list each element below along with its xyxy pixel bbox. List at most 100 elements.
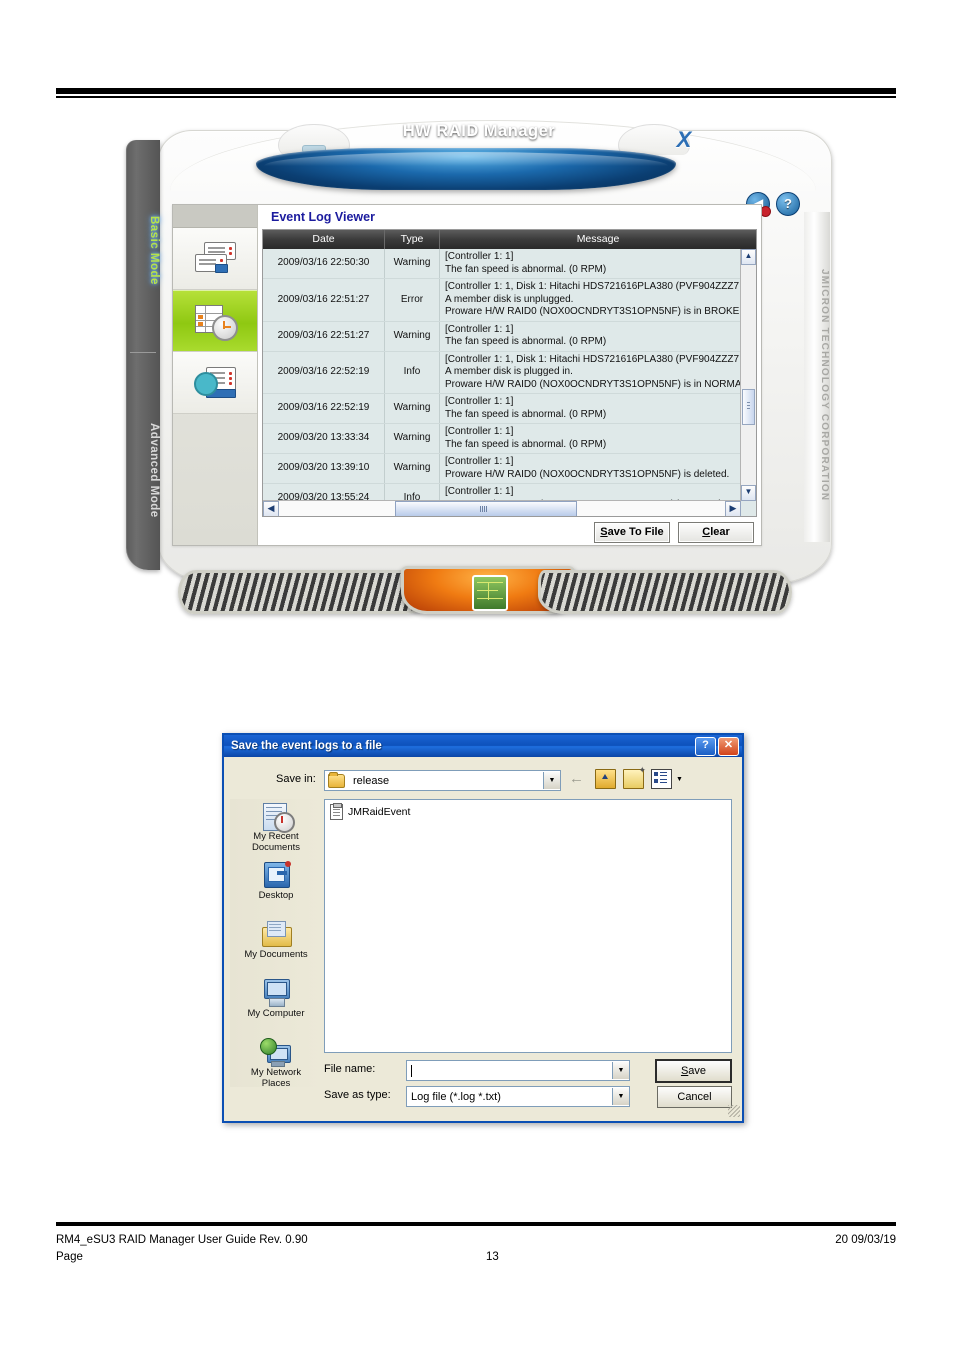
- place-item-recent-documents[interactable]: My Recent Documents: [230, 801, 322, 858]
- nav-item-raid-status[interactable]: [173, 228, 257, 290]
- vent-right: [538, 570, 792, 614]
- dialog-close-button[interactable]: ✕: [718, 736, 739, 756]
- file-name-chevron-down-icon[interactable]: ▼: [612, 1062, 629, 1079]
- horizontal-scroll-thumb[interactable]: [395, 501, 577, 516]
- chevron-down-icon[interactable]: ▼: [543, 772, 560, 789]
- place-item-my-documents[interactable]: My Documents: [230, 919, 322, 976]
- cell-date: 2009/03/16 22:50:30: [263, 249, 385, 278]
- message-line: [Controller 1: 1]: [445, 456, 514, 467]
- raid-status-icon: [192, 240, 238, 278]
- table-row[interactable]: 2009/03/20 13:33:34 Warning [Controller 1:…: [263, 424, 741, 454]
- table-row[interactable]: 2009/03/16 22:52:19 Info [Controller 1: 1,…: [263, 351, 741, 394]
- save-in-value: release: [353, 774, 390, 787]
- scroll-down-button[interactable]: ▼: [741, 485, 756, 501]
- table-row[interactable]: 2009/03/20 13:39:10 Warning [Controller 1:…: [263, 454, 741, 484]
- settings-gear-icon: [192, 364, 238, 402]
- save-file-dialog: Save the event logs to a file ? ✕ Save i…: [222, 733, 744, 1123]
- scroll-up-button[interactable]: ▲: [741, 249, 756, 265]
- table-row[interactable]: 2009/03/16 22:52:19 Warning [Controller 1:…: [263, 394, 741, 424]
- recent-documents-icon: [259, 801, 295, 833]
- cell-message: [Controller 1: 1] Proware H/W RAID0 (NOX0…: [440, 454, 741, 483]
- dialog-cancel-button[interactable]: Cancel: [657, 1086, 732, 1108]
- back-icon[interactable]: ←: [569, 770, 588, 788]
- hw-raid-manager-window: X HW RAID Manager ◀ ? Basic Mode Advance…: [118, 112, 840, 622]
- list-item[interactable]: JMRaidEvent: [325, 800, 731, 820]
- save-as-type-combo[interactable]: Log file (*.log *.txt) ▼: [406, 1086, 630, 1107]
- views-icon[interactable]: [651, 769, 672, 789]
- footer-guide-title: RM4_eSU3 RAID Manager User Guide Rev. 0.…: [56, 1234, 308, 1246]
- footer-revision-date: 20 09/03/19: [835, 1234, 896, 1246]
- nav-column: [173, 205, 258, 545]
- save-as-type-value: Log file (*.log *.txt): [411, 1090, 501, 1103]
- cell-message: [Controller 1: 1, Disk 1: Hitachi HDS721…: [440, 279, 741, 321]
- clear-button[interactable]: Clear: [678, 521, 754, 543]
- table-row[interactable]: 2009/03/16 22:50:30 Warning [Controller 1:…: [263, 249, 741, 279]
- cell-type: Warning: [385, 249, 440, 278]
- cell-message: [Controller 1: 1] The fan speed is abnorm…: [440, 322, 741, 351]
- my-network-places-icon: [259, 1037, 293, 1067]
- dialog-toolbar: ← ▼: [569, 765, 683, 789]
- save-to-file-button[interactable]: Save To File: [594, 521, 670, 543]
- footer-page-number: 13: [486, 1251, 499, 1263]
- place-label: My Network: [250, 1067, 302, 1078]
- table-row[interactable]: 2009/03/16 22:51:27 Error [Controller 1: 1…: [263, 279, 741, 322]
- page-title: Event Log Viewer: [258, 205, 761, 229]
- table-row[interactable]: 2009/03/20 13:55:24 Info [Controller 1: 1]…: [263, 484, 741, 501]
- cell-date: 2009/03/16 22:51:27: [263, 279, 385, 321]
- scroll-left-button[interactable]: ◀: [263, 501, 279, 516]
- place-item-my-network-places[interactable]: My Network Places: [230, 1037, 322, 1094]
- cell-date: 2009/03/20 13:33:34: [263, 424, 385, 453]
- save-as-type-label: Save as type:: [324, 1089, 391, 1101]
- cell-message: [Controller 1: 1] The fan speed is abnorm…: [440, 394, 741, 423]
- resize-grip[interactable]: [728, 1105, 740, 1117]
- mode-divider: [130, 352, 156, 353]
- text-cursor: [411, 1064, 412, 1077]
- save-in-combo[interactable]: release ▼: [324, 770, 561, 791]
- cell-date: 2009/03/16 22:52:19: [263, 394, 385, 423]
- sidebar-item-basic-mode[interactable]: Basic Mode: [126, 160, 160, 340]
- vertical-scrollbar[interactable]: ▲ ▼: [740, 249, 756, 501]
- file-name-input[interactable]: ▼: [406, 1060, 630, 1081]
- file-list[interactable]: JMRaidEvent: [324, 799, 732, 1053]
- message-line: [Controller 1: 1, Disk 1: Hitachi HDS721…: [445, 353, 740, 365]
- table-header-row: Date Type Message: [263, 230, 756, 249]
- nav-header-strip: [173, 205, 257, 228]
- column-header-type[interactable]: Type: [385, 230, 440, 249]
- cell-date: 2009/03/20 13:55:24: [263, 484, 385, 501]
- cell-type: Warning: [385, 454, 440, 483]
- nav-item-event-log-viewer[interactable]: [173, 290, 257, 352]
- scroll-right-button[interactable]: ▶: [725, 501, 741, 516]
- horizontal-scrollbar[interactable]: ◀ ▶: [263, 500, 741, 516]
- cell-date: 2009/03/16 22:52:19: [263, 351, 385, 393]
- place-label: My Recent: [253, 831, 299, 842]
- column-header-date[interactable]: Date: [263, 230, 385, 249]
- save-in-label: Save in:: [276, 773, 316, 785]
- message-line: [Controller 1: 1]: [445, 486, 514, 497]
- sidebar-item-advanced-mode[interactable]: Advanced Mode: [126, 375, 160, 565]
- dialog-save-button[interactable]: Save: [655, 1059, 732, 1083]
- place-label: My Computer: [247, 1008, 305, 1019]
- views-chevron-down-icon[interactable]: ▼: [676, 776, 683, 783]
- my-documents-icon: [259, 919, 293, 949]
- event-log-icon: [192, 302, 238, 341]
- nav-item-settings[interactable]: [173, 352, 257, 414]
- save-as-type-chevron-down-icon[interactable]: ▼: [612, 1088, 629, 1105]
- column-header-message[interactable]: Message: [440, 230, 756, 249]
- cell-type: Info: [385, 484, 440, 501]
- vertical-scroll-thumb[interactable]: [742, 389, 755, 425]
- dialog-help-button[interactable]: ?: [695, 736, 716, 756]
- place-item-my-computer[interactable]: My Computer: [230, 978, 322, 1035]
- table-row[interactable]: 2009/03/16 22:51:27 Warning [Controller 1:…: [263, 321, 741, 352]
- help-glyph: ?: [784, 196, 792, 211]
- circuit-chip-icon: [472, 575, 508, 611]
- help-icon[interactable]: ?: [776, 192, 800, 216]
- place-label: My Documents: [244, 949, 308, 960]
- header-rule-thin: [56, 96, 896, 98]
- create-new-folder-icon[interactable]: [623, 765, 646, 789]
- message-line: A member disk is plugged in.: [445, 366, 573, 377]
- message-line: [Controller 1: 1, Disk 1: Hitachi HDS721…: [445, 281, 740, 292]
- up-one-level-icon[interactable]: [595, 769, 616, 789]
- file-name: JMRaidEvent: [348, 806, 411, 818]
- cell-message: [Controller 1: 1, Disk 1: Hitachi HDS721…: [440, 352, 741, 394]
- place-item-desktop[interactable]: Desktop: [230, 860, 322, 917]
